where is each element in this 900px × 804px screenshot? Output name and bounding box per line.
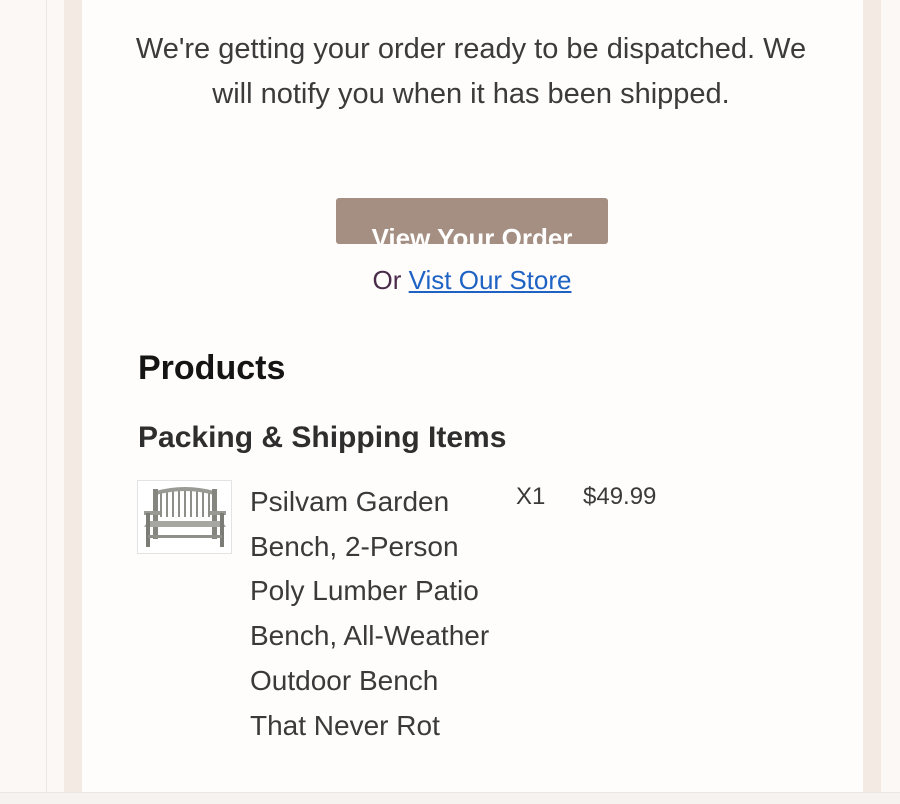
view-order-button-label: View Your Order (371, 223, 573, 244)
product-image[interactable] (137, 480, 232, 554)
shipping-items-heading: Packing & Shipping Items (138, 421, 507, 454)
left-divider (46, 0, 47, 803)
garden-bench-image (138, 481, 231, 553)
order-status-message: We're getting your order ready to be dis… (135, 33, 807, 110)
view-order-button[interactable]: View Your Order (336, 198, 608, 244)
product-quantity: X1 (516, 483, 546, 510)
visit-store-link[interactable]: Vist Our Store (409, 265, 572, 295)
bottom-edge (0, 792, 900, 804)
store-link-line: Or Vist Our Store (0, 262, 900, 298)
store-link-prefix: Or (372, 265, 402, 295)
product-name[interactable]: Psilvam Garden Bench, 2-Person Poly Lumb… (250, 480, 500, 748)
product-price: $49.99 (583, 483, 657, 510)
products-heading: Products (138, 349, 286, 387)
